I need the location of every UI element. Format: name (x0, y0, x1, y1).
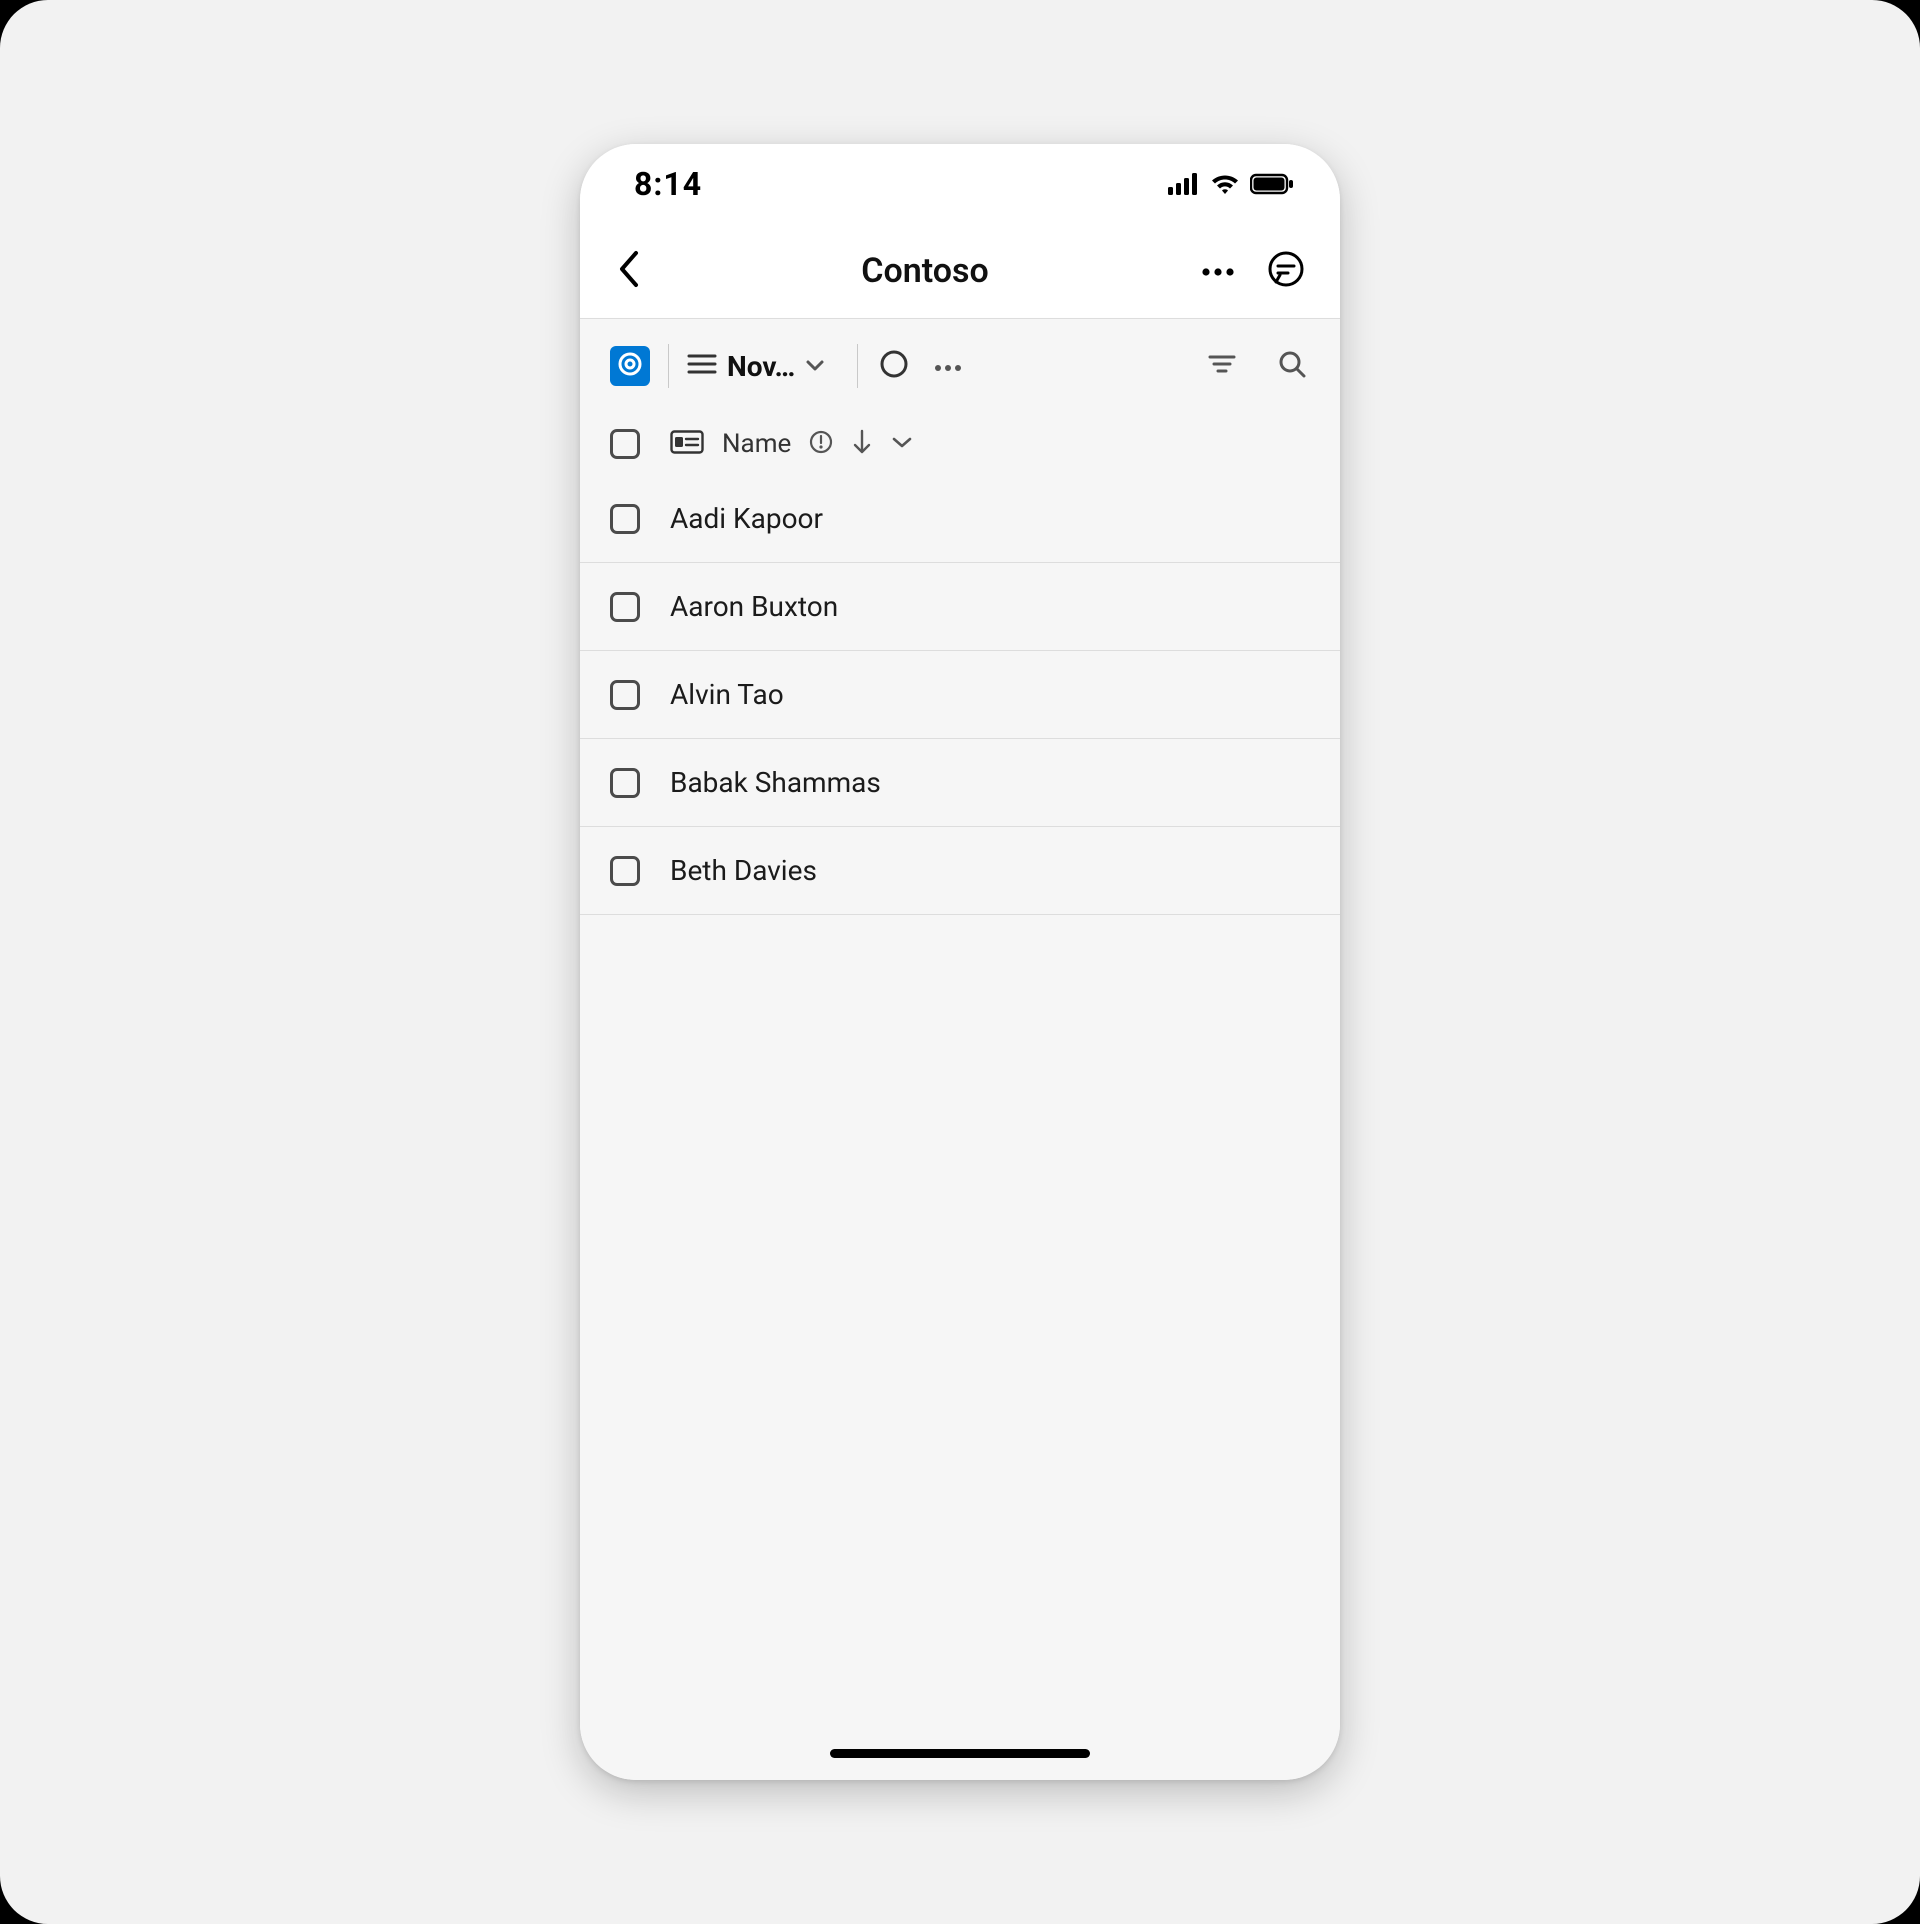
list-row[interactable]: Babak Shammas (580, 739, 1340, 827)
row-checkbox[interactable] (610, 768, 640, 798)
row-checkbox[interactable] (610, 504, 640, 534)
list-row[interactable]: Beth Davies (580, 827, 1340, 915)
list-row[interactable]: Alvin Tao (580, 651, 1340, 739)
divider (668, 344, 669, 388)
status-bar: 8:14 (580, 144, 1340, 224)
back-button[interactable] (600, 243, 656, 299)
row-name: Aaron Buxton (670, 590, 838, 623)
list-row[interactable]: Aaron Buxton (580, 563, 1340, 651)
more-horizontal-icon (1201, 262, 1235, 281)
app-chip-icon (617, 351, 643, 381)
list: Name (580, 413, 1340, 1780)
record-button[interactable] (876, 348, 912, 384)
row-name: Alvin Tao (670, 678, 784, 711)
column-name-label: Name (722, 429, 791, 459)
row-name: Babak Shammas (670, 766, 881, 799)
divider (857, 344, 858, 388)
nav-bar: Contoso (580, 224, 1340, 318)
more-button[interactable] (1194, 247, 1242, 295)
row-checkbox[interactable] (610, 856, 640, 886)
phone-screen: 8:14 (580, 144, 1340, 1780)
app-chip[interactable] (610, 346, 650, 386)
chevron-down-icon (891, 434, 913, 453)
chevron-down-icon (805, 357, 825, 376)
chat-button[interactable] (1262, 247, 1310, 295)
select-all-checkbox[interactable] (610, 429, 640, 459)
info-icon (809, 430, 833, 458)
frame: 8:14 (0, 0, 1920, 1924)
card-icon (670, 430, 704, 458)
status-icons (1168, 173, 1294, 195)
row-checkbox[interactable] (610, 680, 640, 710)
row-checkbox[interactable] (610, 592, 640, 622)
nav-actions (1194, 247, 1310, 295)
more-horizontal-icon (934, 357, 962, 376)
chevron-left-icon (616, 249, 640, 293)
status-time: 8:14 (634, 165, 702, 203)
chat-icon (1266, 249, 1306, 293)
page-title: Contoso (656, 251, 1194, 291)
circle-icon (879, 349, 909, 383)
battery-icon (1250, 173, 1294, 195)
list-row[interactable]: Aadi Kapoor (580, 475, 1340, 563)
view-picker[interactable]: Nov… (687, 350, 839, 383)
overflow-button[interactable] (930, 348, 966, 384)
row-name: Beth Davies (670, 854, 817, 887)
list-icon (687, 352, 717, 380)
search-icon (1278, 350, 1306, 382)
toolbar: Nov… (580, 318, 1340, 413)
sort-arrow-down-icon (851, 429, 873, 459)
search-button[interactable] (1274, 348, 1310, 384)
list-column-header[interactable]: Name (580, 413, 1340, 475)
view-label: Nov… (727, 350, 795, 383)
row-name: Aadi Kapoor (670, 502, 823, 535)
filter-icon (1208, 353, 1236, 379)
filter-button[interactable] (1204, 348, 1240, 384)
cellular-icon (1168, 173, 1200, 195)
home-indicator[interactable] (830, 1749, 1090, 1758)
wifi-icon (1210, 173, 1240, 195)
